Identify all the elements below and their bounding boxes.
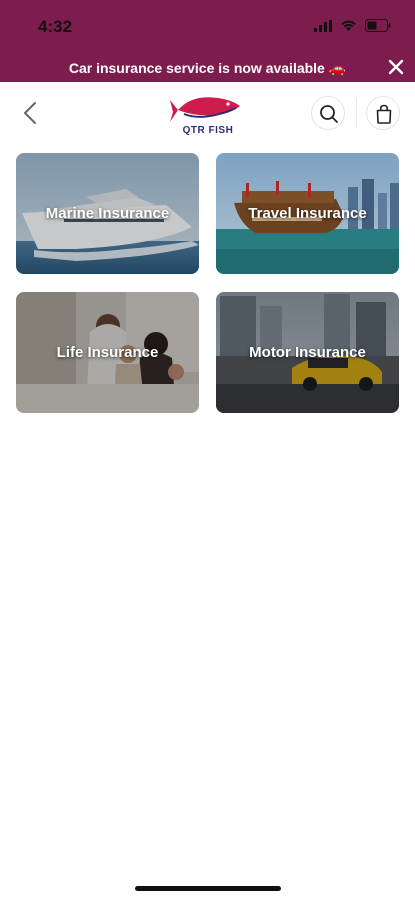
header: QTR FISH — [0, 82, 415, 146]
home-indicator[interactable] — [135, 886, 281, 891]
status-time: 4:32 — [38, 17, 73, 36]
signal-icon — [314, 19, 332, 32]
logo-text: QTR FISH — [183, 125, 234, 136]
close-icon[interactable] — [385, 56, 407, 78]
wifi-icon — [341, 20, 356, 31]
card-label: Marine Insurance — [45, 205, 170, 222]
search-icon — [320, 105, 338, 123]
announcement-banner: Car insurance service is now available 🚗 — [0, 56, 415, 82]
card-label: Life Insurance — [56, 344, 159, 361]
banner-text: Car insurance service is now available 🚗 — [68, 60, 347, 76]
travel-insurance-card[interactable]: Travel Insurance — [216, 153, 399, 274]
status-bar: 4:32 — [0, 0, 415, 56]
status-icons — [314, 19, 391, 32]
card-label: Travel Insurance — [248, 205, 367, 222]
cart-button[interactable] — [366, 96, 400, 130]
logo[interactable]: QTR FISH — [170, 88, 246, 136]
back-button[interactable] — [16, 98, 44, 128]
shopping-bag-icon — [376, 104, 392, 124]
header-divider — [356, 98, 357, 128]
search-button[interactable] — [311, 96, 345, 130]
life-insurance-card[interactable]: Life Insurance — [16, 292, 199, 413]
chevron-left-icon — [24, 102, 36, 124]
fish-logo-icon: QTR FISH — [170, 97, 240, 136]
card-label: Motor Insurance — [249, 344, 366, 361]
motor-insurance-card[interactable]: Motor Insurance — [216, 292, 399, 413]
battery-icon — [365, 19, 391, 32]
marine-insurance-card[interactable]: Marine Insurance — [16, 153, 199, 274]
